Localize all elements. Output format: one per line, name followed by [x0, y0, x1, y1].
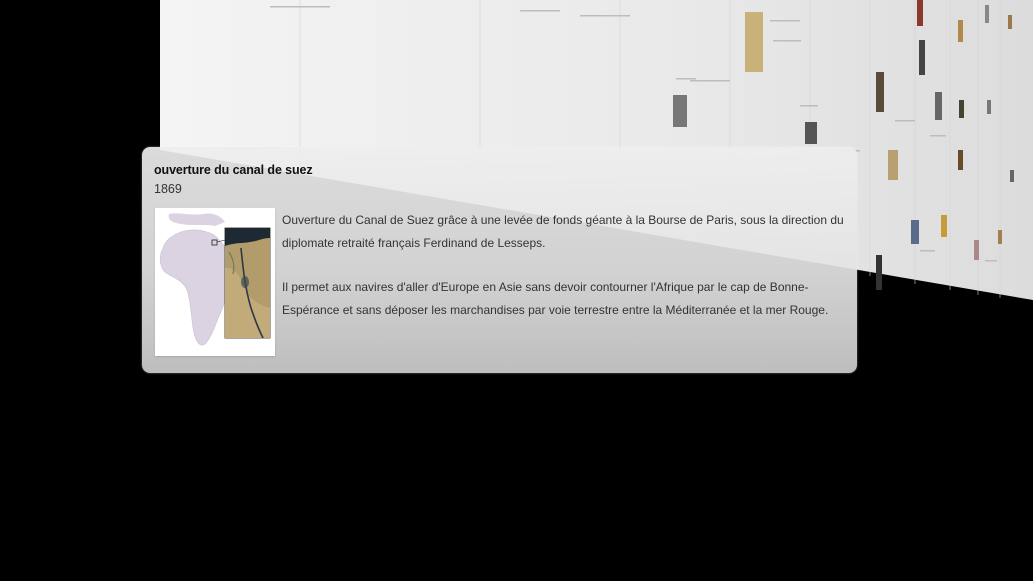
event-description: Ouverture du Canal de Suez grâce à une l…: [282, 209, 847, 343]
description-paragraph-1: Ouverture du Canal de Suez grâce à une l…: [282, 213, 844, 250]
event-year: 1869: [154, 182, 182, 196]
event-detail-card: ouverture du canal de suez 1869 Ouvertur…: [142, 147, 857, 373]
description-paragraph-2: Il permet aux navires d'aller d'Europe e…: [282, 280, 829, 317]
africa-suez-map-icon[interactable]: [155, 208, 275, 356]
event-title: ouverture du canal de suez: [154, 163, 313, 177]
